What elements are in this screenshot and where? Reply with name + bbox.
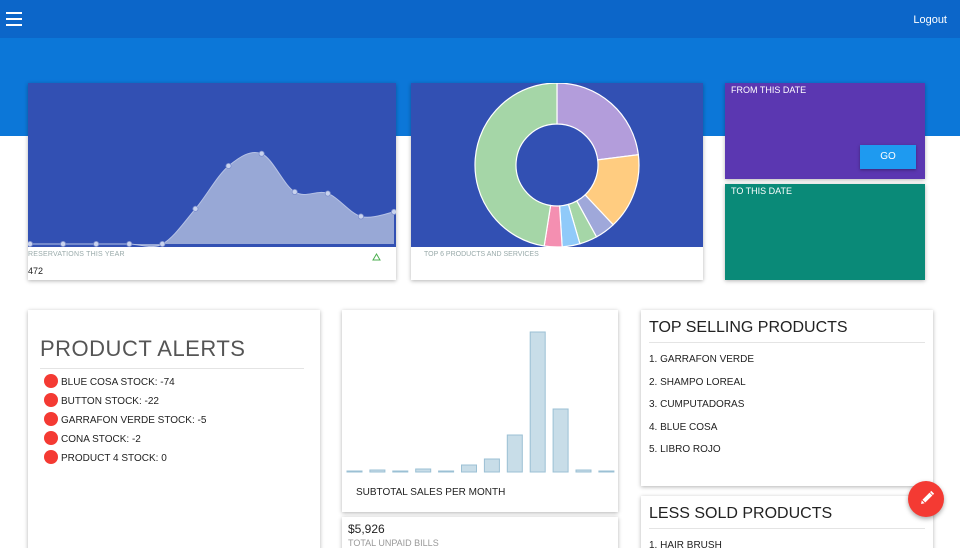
sales-bar	[369, 469, 386, 473]
to-date-card[interactable]: TO THIS DATE	[725, 184, 925, 280]
reservations-value: 472	[28, 266, 44, 276]
reservations-point	[390, 208, 397, 215]
reservations-point	[291, 188, 298, 195]
hamburger-menu-icon[interactable]	[6, 12, 22, 26]
reservations-point	[324, 190, 331, 197]
reservations-point	[93, 240, 100, 247]
list-item: 3. CUMPUTADORAS	[649, 399, 745, 410]
reservations-point	[60, 240, 67, 247]
less-sold-card: LESS SOLD PRODUCTS 1. HAIR BRUSH	[641, 496, 933, 548]
alert-text: BLUE COSA STOCK: -74	[61, 377, 175, 388]
alert-item: CONA STOCK: -2	[44, 431, 206, 450]
divider	[649, 342, 925, 343]
list-item: 1. HAIR BRUSH	[649, 540, 722, 548]
sales-bar	[529, 331, 546, 473]
alert-dot-icon	[44, 431, 58, 445]
divider	[649, 528, 925, 529]
list-item: 1. GARRAFON VERDE	[649, 354, 755, 365]
products-chart	[411, 82, 703, 248]
edit-fab-button[interactable]	[908, 481, 944, 517]
alert-item: PRODUCT 4 STOCK: 0	[44, 450, 206, 469]
logout-link[interactable]: Logout	[913, 14, 947, 26]
alert-item: BUTTON STOCK: -22	[44, 393, 206, 412]
reservations-card: RESERVATIONS THIS YEAR 472	[27, 83, 397, 280]
alert-dot-icon	[44, 374, 58, 388]
reservations-point	[225, 162, 232, 169]
from-date-card[interactable]: FROM THIS DATE GO	[725, 83, 925, 179]
products-donut-chart	[474, 82, 640, 248]
alerts-list: BLUE COSA STOCK: -74 BUTTON STOCK: -22 G…	[44, 374, 206, 469]
donut-slice	[556, 82, 640, 161]
alert-dot-icon	[44, 450, 58, 464]
list-item: 4. BLUE COSA	[649, 421, 718, 433]
pencil-icon	[921, 490, 935, 504]
triangle-up-icon	[372, 253, 381, 261]
alert-item: BLUE COSA STOCK: -74	[44, 374, 206, 393]
alert-text: GARRAFON VERDE STOCK: -5	[61, 415, 207, 426]
unpaid-label: TOTAL UNPAID BILLS	[348, 538, 439, 548]
list-item: 5. LIBRO ROJO	[649, 444, 721, 455]
product-alerts-card: PRODUCT ALERTS BLUE COSA STOCK: -74 BUTT…	[28, 310, 320, 548]
alert-text: CONA STOCK: -2	[61, 434, 141, 445]
sales-bar	[483, 458, 500, 473]
reservations-point	[126, 240, 133, 247]
sales-bar	[392, 470, 409, 473]
sales-bar	[461, 464, 477, 473]
less-sold-title: LESS SOLD PRODUCTS	[649, 505, 833, 522]
sales-bar	[415, 468, 432, 473]
products-card: TOP 6 PRODUCTS AND SERVICES	[411, 82, 703, 280]
sales-bar	[346, 470, 363, 473]
from-date-label: FROM THIS DATE	[731, 85, 807, 95]
reservations-point	[258, 150, 265, 157]
alert-text: PRODUCT 4 STOCK: 0	[61, 453, 167, 464]
sales-bar	[552, 408, 569, 473]
donut-slice	[474, 82, 558, 247]
alert-text: BUTTON STOCK: -22	[61, 396, 159, 407]
alert-item: GARRAFON VERDE STOCK: -5	[44, 412, 206, 431]
sales-label: SUBTOTAL SALES PER MONTH	[356, 487, 506, 498]
reservations-chart	[27, 83, 397, 248]
top-selling-list: 1. GARRAFON VERDE 2. SHAMPO LOREAL 3. CU…	[649, 354, 754, 467]
alerts-title: PRODUCT ALERTS	[40, 336, 246, 361]
list-item: 2. SHAMPO LOREAL	[649, 376, 746, 388]
sales-bar	[575, 469, 592, 473]
top-selling-card: TOP SELLING PRODUCTS 1. GARRAFON VERDE 2…	[641, 310, 933, 486]
top-app-bar: Logout	[0, 0, 960, 38]
sales-card: SUBTOTAL SALES PER MONTH	[342, 310, 618, 512]
go-button[interactable]: GO	[860, 145, 916, 169]
sales-bar	[506, 434, 523, 473]
alert-dot-icon	[44, 393, 58, 407]
top-selling-title: TOP SELLING PRODUCTS	[649, 319, 848, 336]
divider	[40, 368, 304, 369]
unpaid-bills-card: $5,926 TOTAL UNPAID BILLS	[342, 517, 618, 548]
less-sold-list: 1. HAIR BRUSH	[649, 540, 722, 548]
sales-bar	[438, 470, 455, 473]
sales-bar	[598, 470, 615, 473]
to-date-label: TO THIS DATE	[731, 186, 793, 196]
reservations-point	[357, 213, 364, 220]
sales-bar-chart	[346, 331, 615, 473]
reservations-point	[27, 240, 33, 247]
reservations-label: RESERVATIONS THIS YEAR	[28, 251, 125, 258]
reservations-area-chart	[27, 150, 397, 248]
unpaid-value: $5,926	[348, 522, 385, 536]
products-label: TOP 6 PRODUCTS AND SERVICES	[424, 251, 539, 258]
reservations-point	[192, 205, 199, 212]
reservations-area	[30, 152, 394, 247]
alert-dot-icon	[44, 412, 58, 426]
reservations-point	[159, 240, 166, 247]
